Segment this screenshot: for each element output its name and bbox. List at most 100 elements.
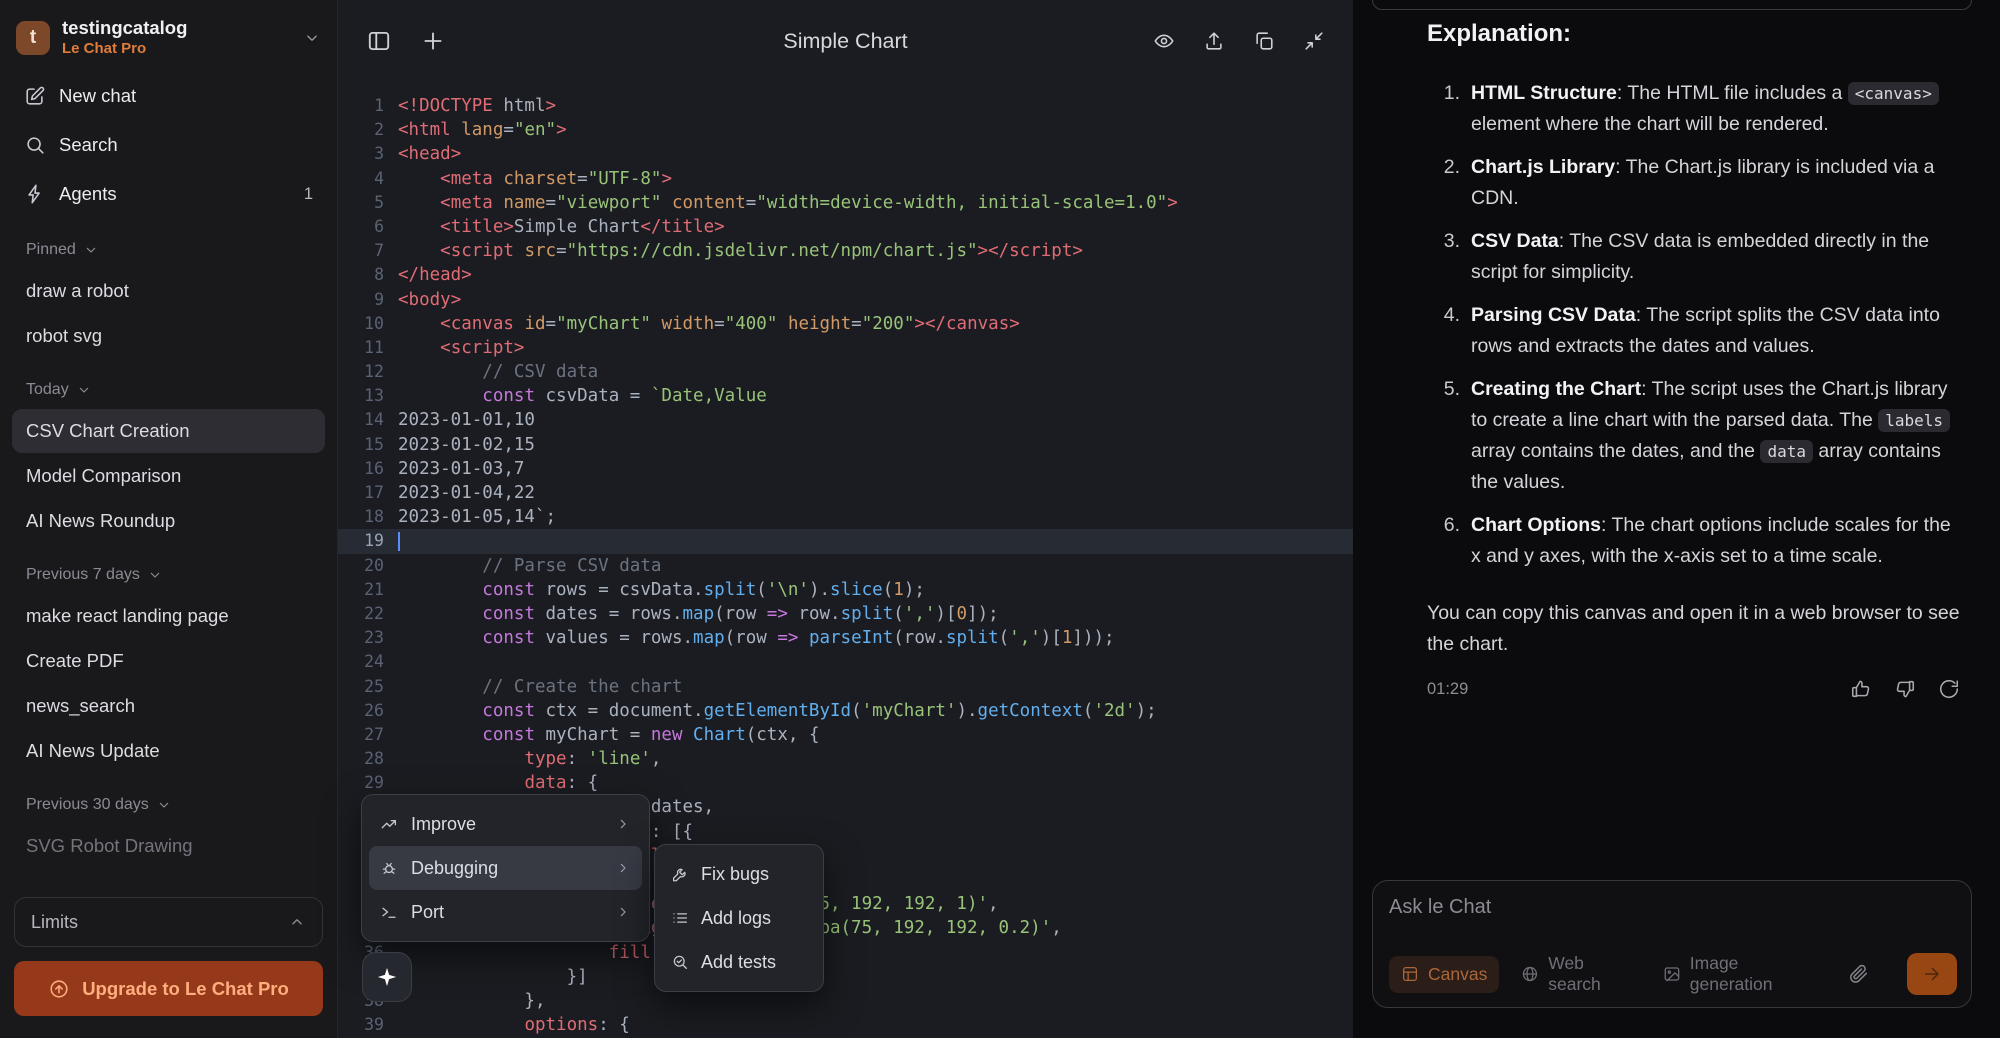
code-line-39[interactable]: 39 options: { xyxy=(338,1013,1353,1037)
refresh-icon[interactable] xyxy=(1938,678,1960,700)
code-line-1[interactable]: 1 <!DOCTYPE html> xyxy=(338,94,1353,118)
code-line-13[interactable]: 13 const csvData = `Date,Value xyxy=(338,384,1353,408)
code-line-18[interactable]: 18 2023-01-05,14`; xyxy=(338,505,1353,529)
sidebar-nav-agents[interactable]: Agents 1 xyxy=(12,170,325,218)
conversation-item[interactable]: Create PDF xyxy=(12,639,325,683)
menu-item-fix-bugs[interactable]: Fix bugs xyxy=(662,852,816,896)
section-header-today[interactable]: Today xyxy=(0,359,337,408)
code-line-2[interactable]: 2 <html lang="en"> xyxy=(338,118,1353,142)
menu-item-port[interactable]: Port xyxy=(369,890,642,934)
limits-label: Limits xyxy=(31,911,79,932)
section-header-pinned[interactable]: Pinned xyxy=(0,219,337,268)
composer: Canvas Web search Image generation xyxy=(1372,880,1972,1008)
code-line-3[interactable]: 3 <head> xyxy=(338,142,1353,166)
conversation-item[interactable]: SVG Robot Drawing xyxy=(12,824,325,868)
code-line-25[interactable]: 25 // Create the chart xyxy=(338,675,1353,699)
sidebar-nav-new-chat[interactable]: New chat xyxy=(12,72,325,120)
panel-icon[interactable] xyxy=(366,28,392,54)
sparkle-icon xyxy=(376,966,398,988)
conversation-item[interactable]: AI News Roundup xyxy=(12,499,325,543)
code-line-20[interactable]: 20 // Parse CSV data xyxy=(338,554,1353,578)
code-line-11[interactable]: 11 <script> xyxy=(338,336,1353,360)
code-line-22[interactable]: 22 const dates = rows.map(row => row.spl… xyxy=(338,602,1353,626)
limits-panel[interactable]: Limits xyxy=(14,897,323,947)
code-line-17[interactable]: 17 2023-01-04,22 xyxy=(338,481,1353,505)
conversation-item[interactable]: robot svg xyxy=(12,314,325,358)
thumb-up-icon[interactable] xyxy=(1850,678,1872,700)
code-line-15[interactable]: 15 2023-01-02,15 xyxy=(338,433,1353,457)
explanation-item: 1. HTML Structure: The HTML file includes… xyxy=(1427,78,1960,140)
menu-item-add-tests[interactable]: Add tests xyxy=(662,940,816,984)
item-text: Chart.js Library: The Chart.js library i… xyxy=(1471,156,1935,209)
code-text: 2023-01-02,15 xyxy=(398,434,535,455)
line-number: 17 xyxy=(364,483,384,502)
code-line-37[interactable]: 37 }] xyxy=(338,965,1353,989)
code-text: 2023-01-05,14`; xyxy=(398,507,557,528)
conversation-item[interactable]: CSV Chart Creation xyxy=(12,409,325,454)
chevron-down-icon[interactable] xyxy=(303,29,321,47)
plus-icon[interactable] xyxy=(420,28,446,54)
tool-web-search[interactable]: Web search xyxy=(1521,953,1641,995)
code-text: }, xyxy=(398,990,546,1011)
code-line-19[interactable]: 19 xyxy=(338,529,1353,554)
upload-icon[interactable] xyxy=(1203,30,1225,52)
menu-item-debugging[interactable]: Debugging xyxy=(369,846,642,890)
code-line-27[interactable]: 27 const myChart = new Chart(ctx, { xyxy=(338,723,1353,747)
code-line-9[interactable]: 9 <body> xyxy=(338,288,1353,312)
code-line-38[interactable]: 38 }, xyxy=(338,989,1353,1013)
code-line-28[interactable]: 28 type: 'line', xyxy=(338,747,1353,771)
code-line-12[interactable]: 12 // CSV data xyxy=(338,360,1353,384)
code-line-24[interactable]: 24 xyxy=(338,650,1353,674)
code-line-21[interactable]: 21 const rows = csvData.split('\n').slic… xyxy=(338,578,1353,602)
upgrade-button[interactable]: Upgrade to Le Chat Pro xyxy=(14,961,323,1016)
code-line-36[interactable]: 36 fill: false xyxy=(338,941,1353,965)
code-line-14[interactable]: 14 2023-01-01,10 xyxy=(338,408,1353,432)
copy-icon[interactable] xyxy=(1253,30,1275,52)
menu-item-add-logs[interactable]: Add logs xyxy=(662,896,816,940)
section-header-previous-30-days[interactable]: Previous 30 days xyxy=(0,774,337,823)
canvas-icon xyxy=(1401,965,1419,983)
ai-actions-button[interactable] xyxy=(362,952,412,1002)
conversation-item[interactable]: make react landing page xyxy=(12,594,325,638)
conversation-item[interactable]: draw a robot xyxy=(12,269,325,313)
menu-item-improve[interactable]: Improve xyxy=(369,802,642,846)
tool-image-generation[interactable]: Image generation xyxy=(1663,953,1825,995)
canvas-panel: Simple Chart 1 <!DOCTYPE html> 2 <html lang… xyxy=(338,0,1353,1038)
conversation-item[interactable]: Model Comparison xyxy=(12,454,325,498)
conversation-item[interactable]: AI News Update xyxy=(12,729,325,773)
chat-input[interactable] xyxy=(1389,896,1957,919)
chevron-right-icon xyxy=(615,904,631,920)
item-number: 1. xyxy=(1443,82,1460,104)
explanation-item: 4. Parsing CSV Data: The script splits th… xyxy=(1427,300,1960,362)
code-line-23[interactable]: 23 const values = rows.map(row => parseI… xyxy=(338,626,1353,650)
line-number: 13 xyxy=(364,386,384,406)
eye-icon[interactable] xyxy=(1153,30,1175,52)
code-text: <body> xyxy=(398,289,462,310)
code-line-16[interactable]: 16 2023-01-03,7 xyxy=(338,457,1353,481)
thumb-down-icon[interactable] xyxy=(1894,678,1916,700)
code-line-4[interactable]: 4 <meta charset="UTF-8"> xyxy=(338,167,1353,191)
send-button[interactable] xyxy=(1907,953,1957,995)
paperclip-icon[interactable] xyxy=(1847,963,1869,985)
conversation-item[interactable]: news_search xyxy=(12,684,325,728)
section-header-previous-7-days[interactable]: Previous 7 days xyxy=(0,544,337,593)
explanation-list: 1. HTML Structure: The HTML file includes… xyxy=(1427,78,1960,572)
code-line-7[interactable]: 7 <script src="https://cdn.jsdelivr.net/… xyxy=(338,239,1353,263)
chevron-down-icon xyxy=(83,242,99,258)
code-line-5[interactable]: 5 <meta name="viewport" content="width=d… xyxy=(338,191,1353,215)
collapse-icon[interactable] xyxy=(1303,30,1325,52)
sidebar-nav-search[interactable]: Search xyxy=(12,121,325,169)
code-text: 2023-01-04,22 xyxy=(398,483,535,503)
arrow-up-circle-icon xyxy=(48,978,70,1000)
workspace-name: testingcatalog xyxy=(62,17,188,38)
code-line-29[interactable]: 29 data: { xyxy=(338,771,1353,795)
code-line-26[interactable]: 26 const ctx = document.getElementById('… xyxy=(338,699,1353,723)
timestamp: 01:29 xyxy=(1427,679,1469,698)
context-submenu: Fix bugs Add logs Add tests xyxy=(654,844,824,992)
code-line-8[interactable]: 8 </head> xyxy=(338,263,1353,287)
code-line-10[interactable]: 10 <canvas id="myChart" width="400" heig… xyxy=(338,312,1353,336)
code-line-6[interactable]: 6 <title>Simple Chart</title> xyxy=(338,215,1353,239)
line-number: 15 xyxy=(364,434,384,454)
workspace-switcher[interactable]: t testingcatalog Le Chat Pro xyxy=(0,0,337,71)
tool-canvas[interactable]: Canvas xyxy=(1389,955,1500,993)
